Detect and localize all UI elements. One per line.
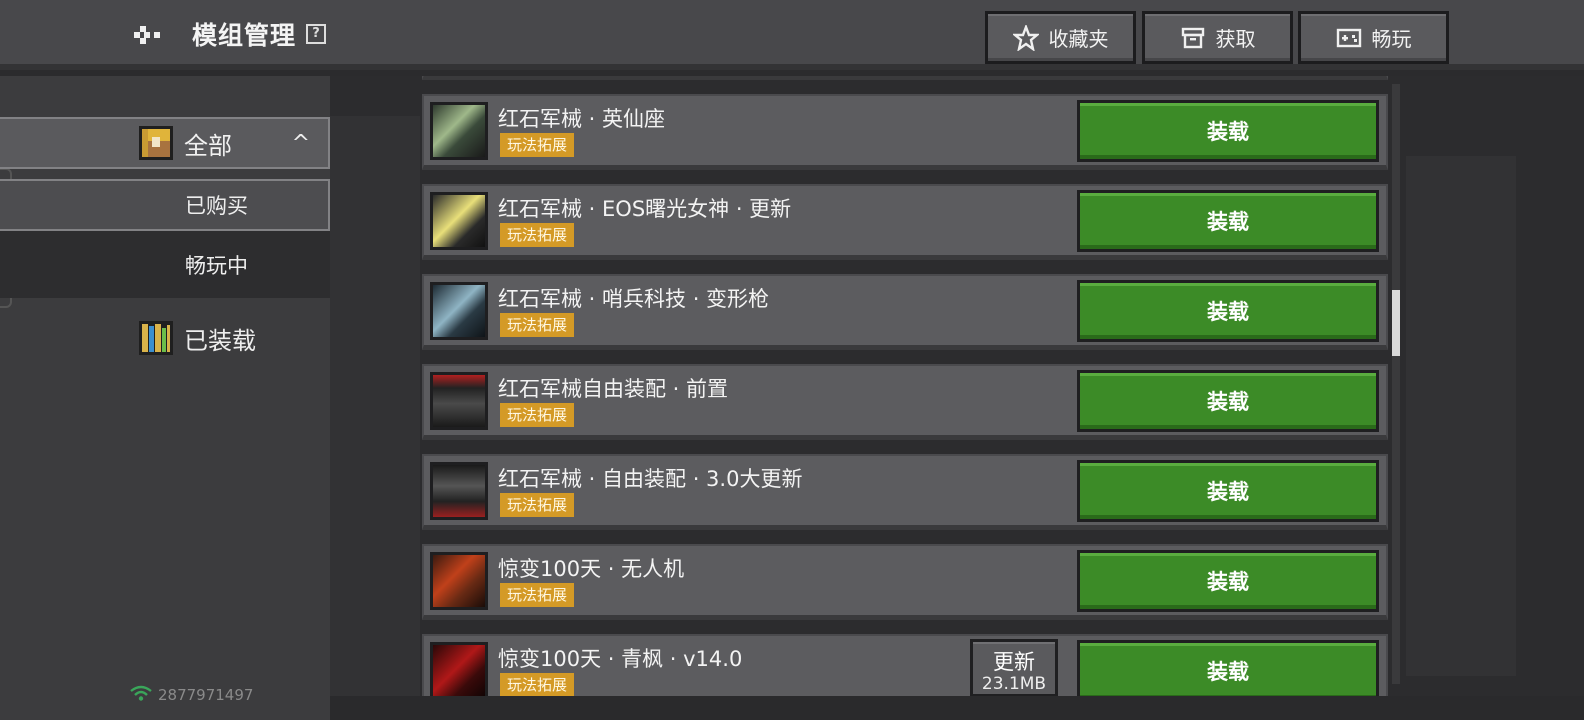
category-tag: 玩法拓展 [500,313,575,337]
mod-thumbnail [430,552,488,610]
mod-title: 红石军械自由装配 · 前置 [498,377,729,401]
back-button[interactable] [130,18,166,52]
update-size: 23.1MB [981,674,1047,694]
list-scrollbar[interactable] [1392,84,1400,684]
get-button[interactable]: 获取 [1142,11,1293,64]
list-item[interactable]: 红石军械自由装配 · 前置 玩法拓展 装载 [422,364,1388,440]
background-shade [1406,156,1516,676]
mod-thumbnail [430,192,488,250]
favorites-button[interactable]: 收藏夹 [985,11,1136,64]
chest-icon [139,126,173,160]
mod-thumbnail [430,462,488,520]
mod-manager-screen: 模组管理 ? 收藏夹 获取 畅玩 全部 ^ 已购买 畅玩中 已装载 287797… [0,0,1584,720]
load-button[interactable]: 装载 [1077,640,1379,702]
category-tag: 玩法拓展 [500,223,575,247]
list-item[interactable]: 红石军械 · 哨兵科技 · 变形枪 玩法拓展 装载 [422,274,1388,350]
mod-thumbnail [430,642,488,700]
category-tag: 玩法拓展 [500,583,575,607]
update-label: 更新 [993,650,1035,674]
mod-title: 红石军械 · 自由装配 · 3.0大更新 [498,467,803,491]
sidebar-item-playing[interactable]: 畅玩中 [0,231,330,298]
sidebar-item-loaded[interactable]: 已装载 [0,312,330,364]
sidebar-item-loaded-label: 已装载 [184,326,256,355]
mod-title: 惊变100天 · 青枫 · v14.0 [498,647,743,671]
scrollbar-thumb[interactable] [1392,290,1400,356]
mod-list-panel: 红石军械 · 英仙座 玩法拓展 装载 红石军械 · EOS曙光女神 · 更新 玩… [330,76,1584,720]
help-icon[interactable]: ? [306,24,326,44]
sidebar-item-all-label: 全部 [184,131,232,160]
mod-title: 红石军械 · EOS曙光女神 · 更新 [498,197,792,221]
top-bar: 模组管理 ? 收藏夹 获取 畅玩 [0,0,1584,70]
bookshelf-icon [139,321,173,355]
user-id-text: 2877971497 [158,686,254,704]
sidebar-item-bought[interactable]: 已购买 [0,179,330,231]
collapse-chevron-icon[interactable]: ^ [292,131,310,156]
play-label: 畅玩 [1371,27,1412,51]
list-item[interactable]: 惊变100天 · 无人机 玩法拓展 装载 [422,544,1388,620]
load-button[interactable]: 装载 [1077,280,1379,342]
category-tag: 玩法拓展 [500,403,575,427]
load-button[interactable]: 装载 [1077,370,1379,432]
bottom-shade [330,696,1584,720]
sidebar: 全部 ^ 已购买 畅玩中 已装载 2877971497 [0,76,330,720]
background-shade [330,116,420,696]
page-title: 模组管理 [192,21,297,50]
sidebar-item-playing-label: 畅玩中 [185,253,248,278]
list-item[interactable]: 红石军械 · EOS曙光女神 · 更新 玩法拓展 装载 [422,184,1388,260]
list-item[interactable]: 红石军械 · 自由装配 · 3.0大更新 玩法拓展 装载 [422,454,1388,530]
mod-title: 红石军械 · 英仙座 [498,107,666,131]
list-item[interactable]: 红石军械 · 英仙座 玩法拓展 装载 [422,94,1388,170]
wifi-icon [130,685,152,705]
favorites-label: 收藏夹 [1048,27,1109,51]
mod-title: 惊变100天 · 无人机 [498,557,685,581]
mod-thumbnail [430,282,488,340]
mod-title: 红石军械 · 哨兵科技 · 变形枪 [498,287,770,311]
store-icon [1181,27,1204,48]
user-status: 2877971497 [130,685,253,705]
load-button[interactable]: 装载 [1077,550,1379,612]
get-label: 获取 [1215,27,1256,51]
category-tag: 玩法拓展 [500,673,575,697]
back-arrow-icon [134,26,160,44]
load-button[interactable]: 装载 [1077,190,1379,252]
gamepad-icon [1336,28,1361,47]
play-button[interactable]: 畅玩 [1298,11,1449,64]
mod-thumbnail [430,372,488,430]
sidebar-item-bought-label: 已购买 [185,194,248,218]
category-tag: 玩法拓展 [500,133,575,157]
load-button[interactable]: 装载 [1077,460,1379,522]
update-button[interactable]: 更新 23.1MB [970,639,1058,697]
list-item-partial [422,76,1388,80]
category-tag: 玩法拓展 [500,493,575,517]
mod-thumbnail [430,102,488,160]
sidebar-item-all[interactable]: 全部 ^ [0,117,330,169]
star-icon [1012,24,1039,51]
load-button[interactable]: 装载 [1077,100,1379,162]
